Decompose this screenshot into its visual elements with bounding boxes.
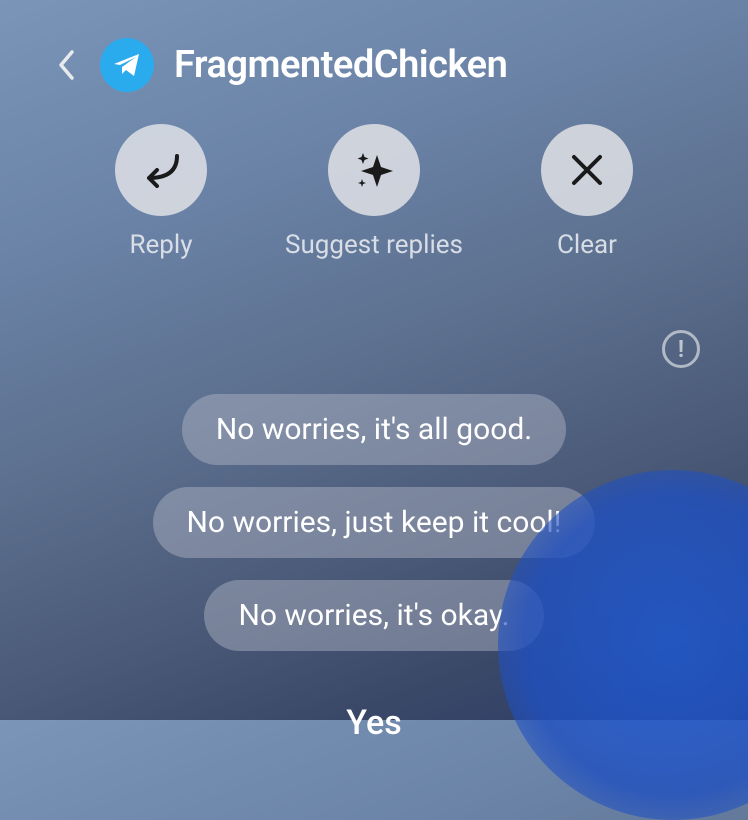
suggestion-chip[interactable]: No worries, it's all good.	[182, 394, 566, 465]
suggest-button-circle	[328, 124, 420, 216]
chevron-left-icon	[57, 49, 75, 81]
sparkle-icon	[351, 147, 397, 193]
suggest-label: Suggest replies	[285, 230, 463, 260]
close-icon	[570, 153, 604, 187]
info-row	[0, 290, 748, 378]
reply-button-circle	[115, 124, 207, 216]
reply-action[interactable]: Reply	[115, 124, 207, 260]
clear-action[interactable]: Clear	[541, 124, 633, 260]
reply-label: Reply	[130, 230, 193, 260]
telegram-app-icon	[100, 38, 154, 92]
info-icon[interactable]	[662, 330, 700, 368]
clear-button-circle	[541, 124, 633, 216]
chat-header: FragmentedChicken	[0, 0, 748, 112]
contact-name: FragmentedChicken	[174, 43, 507, 87]
paper-plane-icon	[112, 52, 142, 78]
clear-label: Clear	[557, 230, 617, 260]
suggest-replies-action[interactable]: Suggest replies	[285, 124, 463, 260]
back-button[interactable]	[52, 45, 80, 85]
reply-arrow-icon	[139, 152, 183, 188]
suggestion-chip[interactable]: No worries, it's okay.	[204, 580, 543, 651]
action-buttons-row: Reply Suggest replies Clear	[0, 112, 748, 290]
